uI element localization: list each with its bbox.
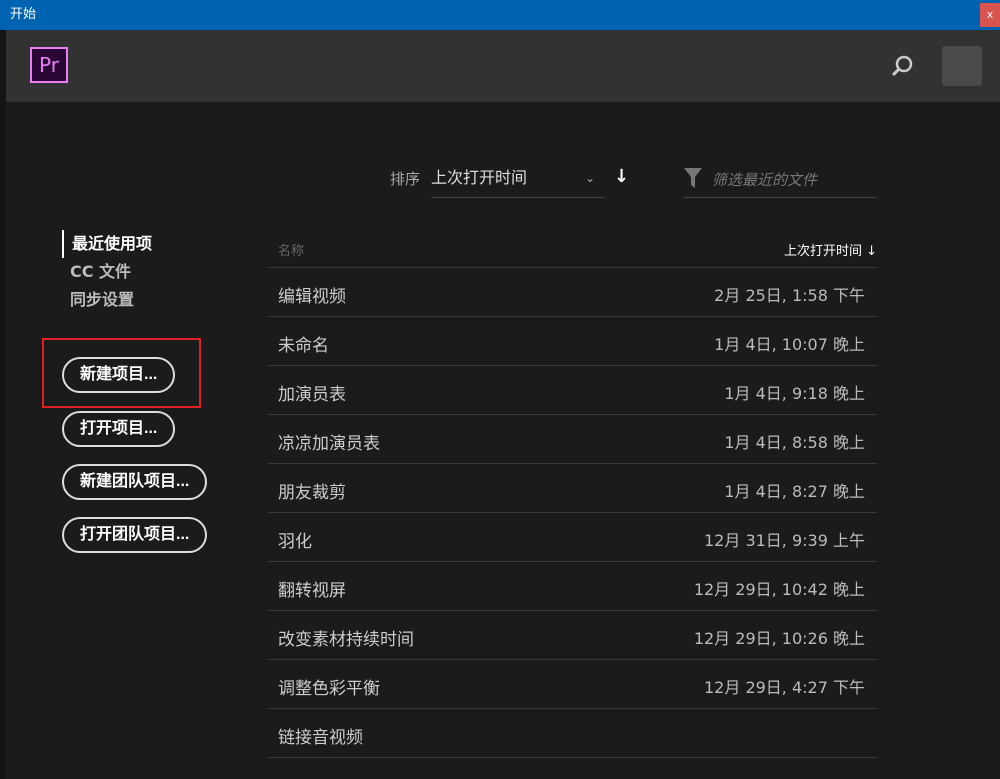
sort-dropdown[interactable]: 上次打开时间 ⌄ <box>431 164 605 198</box>
file-name: 朋友裁剪 <box>278 478 346 503</box>
file-name: 未命名 <box>278 331 329 356</box>
file-name: 凉凉加演员表 <box>278 429 380 454</box>
new-project-button[interactable]: 新建项目... <box>62 357 175 393</box>
new-team-project-button[interactable]: 新建团队项目... <box>62 464 207 500</box>
table-header: 名称 上次打开时间 ↓ <box>268 230 877 268</box>
window-title: 开始 <box>10 7 36 22</box>
file-name: 羽化 <box>278 527 312 552</box>
table-row[interactable]: 羽化 12月 31日, 9:39 上午 <box>268 513 877 562</box>
sort-value: 上次打开时间 <box>431 168 527 187</box>
premiere-logo: Pr <box>30 47 68 83</box>
app-header: Pr <box>6 30 1000 102</box>
recent-files-table: 名称 上次打开时间 ↓ 编辑视频 2月 25日, 1:58 下午未命名 1月 4日,… <box>268 230 877 758</box>
table-row[interactable]: 加演员表 1月 4日, 9:18 晚上 <box>268 366 877 415</box>
column-name-header[interactable]: 名称 <box>278 240 304 259</box>
open-project-button[interactable]: 打开项目... <box>62 411 175 447</box>
table-row[interactable]: 编辑视频 2月 25日, 1:58 下午 <box>268 268 877 317</box>
file-name: 加演员表 <box>278 380 346 405</box>
sort-direction-button[interactable]: ↓ <box>614 166 629 187</box>
table-row[interactable]: 调整色彩平衡 12月 29日, 4:27 下午 <box>268 660 877 709</box>
open-team-project-button[interactable]: 打开团队项目... <box>62 517 207 553</box>
file-date: 12月 29日, 10:42 晚上 <box>694 576 865 600</box>
sidebar-nav: 最近使用项 CC 文件 同步设置 <box>62 230 152 314</box>
sidebar-item-cc-files[interactable]: CC 文件 <box>62 258 152 286</box>
close-button[interactable]: x <box>980 3 1000 27</box>
sidebar-item-sync-settings[interactable]: 同步设置 <box>62 286 152 314</box>
filter-input[interactable]: 筛选最近的文件 <box>684 164 877 198</box>
column-date-header[interactable]: 上次打开时间 ↓ <box>784 240 877 259</box>
file-name: 改变素材持续时间 <box>278 625 414 650</box>
file-date: 1月 4日, 10:07 晚上 <box>714 331 865 355</box>
file-date: 12月 29日, 10:26 晚上 <box>694 625 865 649</box>
sort-label: 排序 <box>390 168 420 189</box>
file-name: 翻转视屏 <box>278 576 346 601</box>
file-name: 编辑视频 <box>278 282 346 307</box>
file-date: 1月 4日, 8:27 晚上 <box>724 478 865 502</box>
left-edge <box>0 30 6 779</box>
table-row[interactable]: 翻转视屏 12月 29日, 10:42 晚上 <box>268 562 877 611</box>
search-icon[interactable] <box>890 54 914 78</box>
file-name: 链接音视频 <box>278 723 363 748</box>
table-row[interactable]: 凉凉加演员表 1月 4日, 8:58 晚上 <box>268 415 877 464</box>
file-date: 12月 29日, 4:27 下午 <box>704 674 865 698</box>
file-name: 调整色彩平衡 <box>278 674 380 699</box>
table-row[interactable]: 链接音视频 <box>268 709 877 758</box>
filter-icon <box>684 168 702 188</box>
sidebar-item-recent[interactable]: 最近使用项 <box>62 230 152 258</box>
table-row[interactable]: 改变素材持续时间 12月 29日, 10:26 晚上 <box>268 611 877 660</box>
table-row[interactable]: 朋友裁剪 1月 4日, 8:27 晚上 <box>268 464 877 513</box>
filter-placeholder: 筛选最近的文件 <box>712 169 817 190</box>
file-date: 1月 4日, 8:58 晚上 <box>724 429 865 453</box>
file-date: 12月 31日, 9:39 上午 <box>704 527 865 551</box>
table-row[interactable]: 未命名 1月 4日, 10:07 晚上 <box>268 317 877 366</box>
file-date: 2月 25日, 1:58 下午 <box>714 282 865 306</box>
window-titlebar: 开始 <box>0 0 1000 30</box>
chevron-down-icon: ⌄ <box>585 164 595 192</box>
user-avatar[interactable] <box>942 46 982 86</box>
file-date: 1月 4日, 9:18 晚上 <box>724 380 865 404</box>
